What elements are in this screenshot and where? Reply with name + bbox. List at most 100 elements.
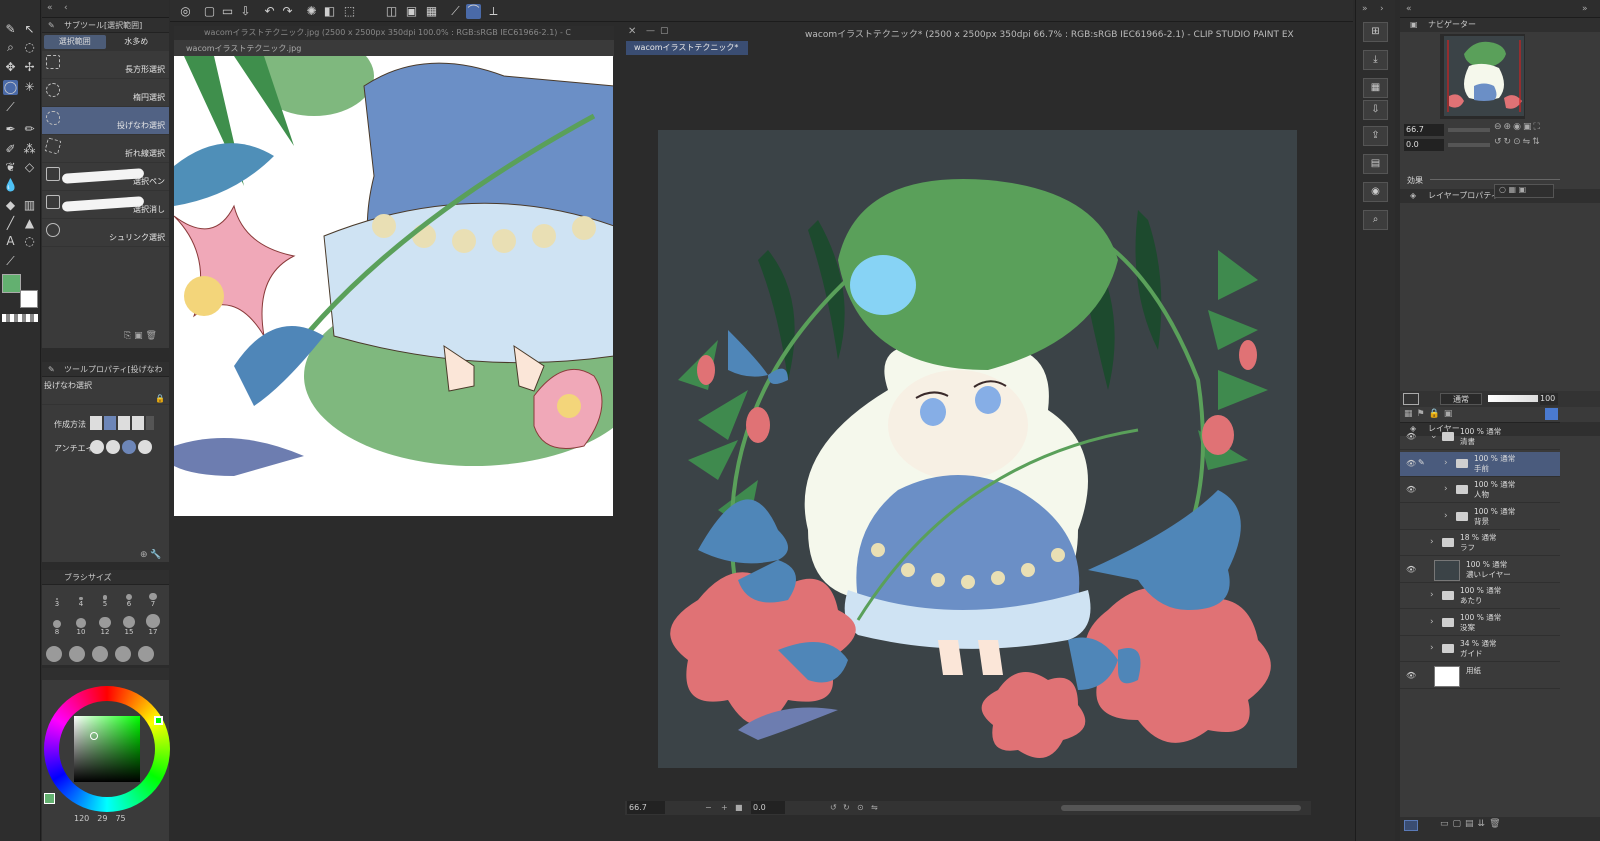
transform-icon[interactable]: ✢ bbox=[22, 60, 37, 75]
actual-size-icon[interactable]: ▣ bbox=[1523, 122, 1534, 132]
history-icon[interactable]: ▤ bbox=[1363, 154, 1388, 174]
chevron-right-icon[interactable]: › bbox=[1430, 643, 1434, 653]
lock-icon[interactable]: 🔒 bbox=[1429, 409, 1444, 419]
zoom-out-icon[interactable]: − bbox=[705, 801, 712, 815]
flip-horizontal-icon[interactable]: ⇋ bbox=[1523, 137, 1533, 147]
layer-row[interactable]: 👁 ⌄ 100 % 通常 清書 bbox=[1400, 425, 1560, 450]
subtract-selection-button[interactable] bbox=[118, 416, 130, 430]
balloon-icon[interactable]: ◌ bbox=[22, 234, 37, 249]
subtool-item-polyline[interactable]: 折れ線選択 bbox=[42, 135, 169, 163]
brush-size-preset[interactable]: 7 bbox=[142, 588, 164, 608]
brush-size-preset[interactable]: 8 bbox=[46, 616, 68, 636]
fill-icon[interactable]: ◧ bbox=[322, 4, 337, 19]
new-vector-layer-icon[interactable]: ▢ bbox=[1453, 819, 1466, 829]
collapse-right-panel-icon[interactable]: « bbox=[1406, 4, 1412, 14]
tab-selection[interactable]: 選択範囲 bbox=[44, 35, 106, 49]
flip-icon[interactable]: ⇋ bbox=[871, 801, 878, 815]
selection-tool-icon[interactable]: ◯ bbox=[3, 80, 18, 95]
magic-wand-icon[interactable]: ✳ bbox=[22, 80, 37, 95]
figure-icon[interactable]: ╱ bbox=[3, 216, 18, 231]
redo-icon[interactable]: ↷ bbox=[280, 4, 295, 19]
rotate-right-icon[interactable]: ↻ bbox=[1504, 137, 1514, 147]
minimize-canvas-icon[interactable]: — bbox=[646, 26, 655, 36]
select-all-icon[interactable]: ⬚ bbox=[342, 4, 357, 19]
gradient-icon[interactable]: ▥ bbox=[22, 198, 37, 213]
eye-icon[interactable]: 👁 bbox=[1406, 432, 1416, 442]
navigator-angle-field[interactable]: 0.0 bbox=[1404, 139, 1444, 151]
rotation-field[interactable]: 0.0 bbox=[751, 801, 785, 814]
zoom-out-icon[interactable]: ⊖ bbox=[1494, 122, 1504, 132]
layer-row[interactable]: › 18 % 通常 ラフ bbox=[1400, 531, 1560, 556]
chevron-right-icon[interactable]: › bbox=[1430, 537, 1434, 547]
brush-icon[interactable]: ✐ bbox=[3, 142, 18, 157]
tab-main-document[interactable]: wacomイラストテクニック* bbox=[626, 41, 748, 55]
clip-layer-icon[interactable] bbox=[1403, 393, 1419, 405]
chevron-right-icon[interactable]: › bbox=[1430, 617, 1434, 627]
eye-icon[interactable]: 👁 bbox=[1406, 485, 1416, 495]
layer-row[interactable]: 👁 用紙 bbox=[1400, 664, 1560, 689]
effect-buttons[interactable]: ○ ▦ ▣ bbox=[1494, 184, 1554, 198]
chevron-right-icon[interactable]: ⌄ bbox=[1430, 431, 1438, 441]
mode-expand-button[interactable] bbox=[146, 416, 154, 430]
undo-icon[interactable]: ↶ bbox=[262, 4, 277, 19]
layer-row[interactable]: › 100 % 通常 あたり bbox=[1400, 584, 1560, 609]
close-canvas-icon[interactable]: ✕ bbox=[628, 26, 636, 37]
fill-bucket-icon[interactable]: ◆ bbox=[3, 198, 18, 213]
rotate-right-icon[interactable]: ↻ bbox=[843, 801, 850, 815]
aa-strong-button[interactable] bbox=[138, 440, 152, 454]
blend-mode-select[interactable]: 通常 bbox=[1440, 393, 1482, 405]
layer-row[interactable]: 👁 › 100 % 通常 人物 bbox=[1400, 478, 1560, 503]
fullscreen-icon[interactable]: ⛶ bbox=[1533, 122, 1541, 132]
pen-tool-icon[interactable]: ✎ bbox=[3, 22, 18, 37]
eraser-icon[interactable]: ◇ bbox=[22, 160, 37, 175]
chevron-right-icon[interactable]: › bbox=[1444, 458, 1448, 468]
eye-icon[interactable]: 👁 bbox=[1406, 459, 1416, 469]
lock-transparent-icon[interactable]: ▦ bbox=[1404, 409, 1417, 419]
brush-size-preset[interactable]: 5 bbox=[94, 588, 116, 608]
brush-size-preset[interactable]: 10 bbox=[70, 616, 92, 636]
brush-size-large-dot[interactable] bbox=[46, 646, 62, 662]
navigator-thumbnail[interactable] bbox=[1444, 36, 1524, 116]
loading-icon[interactable]: ✺ bbox=[304, 4, 319, 19]
open-folder-icon[interactable]: ▭ bbox=[220, 4, 235, 19]
vertical-scrollbar[interactable] bbox=[614, 55, 622, 805]
new-subtool-icon[interactable]: ▣ bbox=[134, 331, 143, 341]
brush-size-preset[interactable]: 17 bbox=[142, 614, 164, 636]
chevron-right-icon[interactable]: › bbox=[1444, 511, 1448, 521]
blend-icon[interactable]: 💧 bbox=[3, 178, 18, 193]
navigator-rotation-slider[interactable] bbox=[1448, 143, 1490, 147]
text-tool-icon[interactable]: A bbox=[3, 234, 18, 249]
pencil-icon[interactable]: ✏ bbox=[22, 122, 37, 137]
panel-menu-icon[interactable]: » bbox=[1582, 4, 1588, 14]
delete-layer-icon[interactable]: 🗑 bbox=[1489, 819, 1504, 829]
layer-row[interactable]: › 34 % 通常 ガイド bbox=[1400, 637, 1560, 662]
brush-size-preset[interactable]: 4 bbox=[70, 588, 92, 608]
brush-size-large-dot[interactable] bbox=[115, 646, 131, 662]
frame-icon[interactable]: ▲ bbox=[22, 216, 37, 231]
horizontal-scrollbar[interactable] bbox=[1061, 805, 1301, 811]
sub-color-swatch[interactable] bbox=[20, 290, 38, 308]
saturation-value-square[interactable] bbox=[74, 716, 140, 782]
brush-size-preset[interactable]: 3 bbox=[46, 588, 68, 608]
export-icon[interactable]: ⇪ bbox=[1363, 126, 1388, 146]
search-icon[interactable]: ⌕ bbox=[1363, 210, 1388, 230]
eyedropper-icon[interactable]: ⟋ bbox=[3, 100, 18, 115]
save-icon[interactable]: ⇩ bbox=[238, 4, 253, 19]
snap-ruler-icon[interactable]: ⟂ bbox=[486, 4, 501, 19]
invert-icon[interactable]: ▣ bbox=[404, 4, 419, 19]
new-raster-layer-icon[interactable]: ▭ bbox=[1440, 819, 1453, 829]
add-selection-button[interactable] bbox=[104, 416, 116, 430]
chevron-right-icon[interactable]: › bbox=[1444, 484, 1448, 494]
new-folder-icon[interactable]: ▤ bbox=[1465, 819, 1478, 829]
ruler-icon[interactable]: ⟋ bbox=[448, 4, 463, 19]
chevron-right-icon[interactable]: › bbox=[1430, 590, 1434, 600]
download-icon[interactable]: ⇩ bbox=[1363, 100, 1388, 120]
eye-icon[interactable]: 👁 bbox=[1406, 671, 1416, 681]
camera-icon[interactable]: ◉ bbox=[1363, 182, 1388, 202]
maximize-canvas-icon[interactable]: ▢ bbox=[660, 26, 669, 36]
layer-color-icon[interactable] bbox=[1545, 408, 1558, 420]
brush-size-large-dot[interactable] bbox=[138, 646, 154, 662]
hue-handle[interactable] bbox=[154, 716, 163, 725]
brush-size-preset[interactable]: 6 bbox=[118, 588, 140, 608]
fg-color-mini[interactable] bbox=[44, 793, 55, 804]
